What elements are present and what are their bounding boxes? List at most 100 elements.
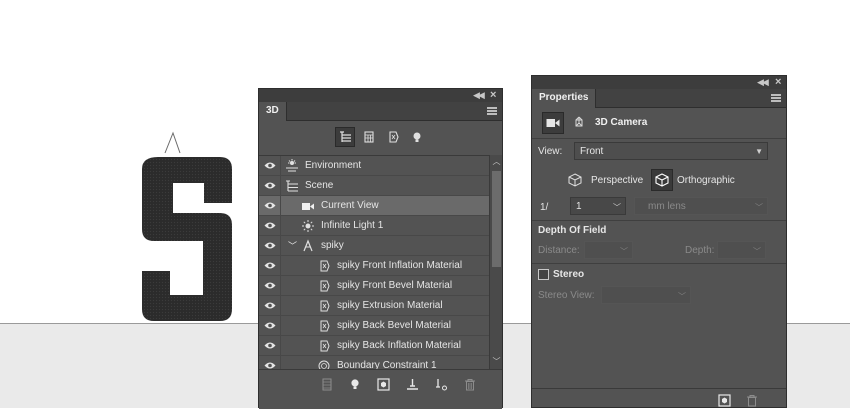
scene-tree-row[interactable]: spiky Front Bevel Material <box>259 276 489 296</box>
eye-icon <box>264 222 276 229</box>
visibility-toggle[interactable] <box>259 196 281 216</box>
eye-icon <box>264 342 276 349</box>
constraint-tool-icon <box>436 378 447 390</box>
stereo-checkbox[interactable] <box>538 269 549 280</box>
delete-button[interactable] <box>744 392 760 408</box>
chevron-down-icon: ﹀ <box>753 247 761 256</box>
scene-tree-row[interactable]: Boundary Constraint 1 <box>259 356 489 369</box>
trash-icon <box>465 378 475 390</box>
3d-panel: ◀◀ × 3D Environment Scene Current View I… <box>258 88 503 409</box>
distance-input[interactable]: ﹀ <box>584 241 633 259</box>
scroll-up-icon[interactable]: ︿ <box>491 157 502 167</box>
visibility-toggle[interactable] <box>259 216 281 236</box>
mesh-tool-icon <box>322 378 332 390</box>
perspective-button[interactable] <box>564 169 586 191</box>
scene-tree-row[interactable]: ﹀ spiky <box>259 236 489 256</box>
scene-filter-button[interactable] <box>335 127 355 147</box>
scene-tree-row[interactable]: Infinite Light 1 <box>259 216 489 236</box>
eye-icon <box>264 162 276 169</box>
panel-tabbar: 3D <box>259 102 502 121</box>
orthographic-label: Orthographic <box>677 175 735 186</box>
eye-icon <box>264 262 276 269</box>
view-select[interactable]: Front ▼ <box>574 142 768 160</box>
depth-label: Depth: <box>685 245 715 256</box>
stereo-view-select[interactable]: ﹀ <box>601 286 691 304</box>
3d-letter-s-object[interactable] <box>140 131 235 326</box>
material-filter-button[interactable] <box>383 127 403 147</box>
eye-icon <box>264 302 276 309</box>
render-button[interactable] <box>375 376 391 392</box>
visibility-toggle[interactable] <box>259 256 281 276</box>
scene-tree-label: spiky Extrusion Material <box>337 300 443 311</box>
eye-icon <box>264 242 276 249</box>
collapse-panel-icon[interactable]: ◀◀ <box>473 90 485 101</box>
ground-button[interactable] <box>404 376 420 392</box>
3d-panel-toolbar <box>259 369 502 409</box>
scene-tree-row[interactable]: Environment <box>259 156 489 176</box>
panel-menu-icon[interactable] <box>487 107 497 115</box>
perspective-cube-icon <box>568 173 582 187</box>
scene-tree-row[interactable]: spiky Front Inflation Material <box>259 256 489 276</box>
camera-header: 3D Camera <box>532 108 786 136</box>
light-icon <box>301 219 315 233</box>
scene-filter-icon <box>339 131 351 142</box>
render-button[interactable] <box>716 392 732 408</box>
material-filter-icon <box>389 131 399 143</box>
visibility-toggle[interactable] <box>259 156 281 176</box>
lens-select[interactable]: mm lens ﹀ <box>634 197 768 215</box>
chevron-down-icon: ﹀ <box>678 292 686 301</box>
light-filter-button[interactable] <box>407 127 427 147</box>
chevron-down-icon: ﹀ <box>613 203 621 212</box>
tab-properties[interactable]: Properties <box>532 89 597 108</box>
visibility-toggle[interactable] <box>259 236 281 256</box>
expand-chevron-icon[interactable]: ﹀ <box>288 239 297 252</box>
render-icon <box>717 393 731 407</box>
scene-tree-row[interactable]: Current View <box>259 196 489 216</box>
visibility-toggle[interactable] <box>259 296 281 316</box>
mesh-filter-button[interactable] <box>359 127 379 147</box>
zoom-value: 1 <box>576 201 582 212</box>
stereo-view-label: Stereo View: <box>538 290 595 301</box>
scroll-down-icon[interactable]: ﹀ <box>491 357 502 367</box>
depth-input[interactable]: ﹀ <box>717 241 766 259</box>
material-icon <box>317 259 331 273</box>
scene-list-scrollbar[interactable]: ︿ ﹀ <box>489 155 502 369</box>
scene-tree-label: spiky Front Bevel Material <box>337 280 453 291</box>
material-icon <box>317 279 331 293</box>
material-icon <box>317 319 331 333</box>
coordinates-icon <box>575 116 583 127</box>
orthographic-button[interactable] <box>651 169 673 191</box>
close-icon[interactable]: × <box>775 76 781 88</box>
add-light-button[interactable] <box>347 376 363 392</box>
scene-tree-label: spiky Front Inflation Material <box>337 260 463 271</box>
collapse-panel-icon[interactable]: ◀◀ <box>757 77 769 88</box>
constraint-tool-button[interactable] <box>433 376 449 392</box>
scene-tree-label: spiky Back Bevel Material <box>337 320 451 331</box>
coordinates-button[interactable] <box>568 112 590 134</box>
scene-tree-label: Scene <box>305 180 334 191</box>
camera-view-button[interactable] <box>542 112 564 134</box>
eye-icon <box>264 282 276 289</box>
divider <box>532 138 786 139</box>
visibility-toggle[interactable] <box>259 276 281 296</box>
panel-menu-icon[interactable] <box>771 94 781 102</box>
perspective-label: Perspective <box>591 175 644 186</box>
tab-3d[interactable]: 3D <box>259 102 287 121</box>
visibility-toggle[interactable] <box>259 176 281 196</box>
zoom-input[interactable]: 1 ﹀ <box>570 197 626 215</box>
trash-icon <box>747 394 757 406</box>
scroll-thumb[interactable] <box>492 171 501 267</box>
visibility-toggle[interactable] <box>259 316 281 336</box>
close-icon[interactable]: × <box>490 89 496 101</box>
scene-tree-row[interactable]: spiky Back Bevel Material <box>259 316 489 336</box>
chevron-down-icon: ﹀ <box>755 203 763 212</box>
mesh-tool-button[interactable] <box>319 376 335 392</box>
visibility-toggle[interactable] <box>259 356 281 369</box>
depth-of-field-title: Depth Of Field <box>538 225 607 236</box>
scene-tree-row[interactable]: Scene <box>259 176 489 196</box>
material-icon <box>317 299 331 313</box>
visibility-toggle[interactable] <box>259 336 281 356</box>
scene-tree-row[interactable]: spiky Extrusion Material <box>259 296 489 316</box>
scene-tree-row[interactable]: spiky Back Inflation Material <box>259 336 489 356</box>
delete-button[interactable] <box>462 376 478 392</box>
